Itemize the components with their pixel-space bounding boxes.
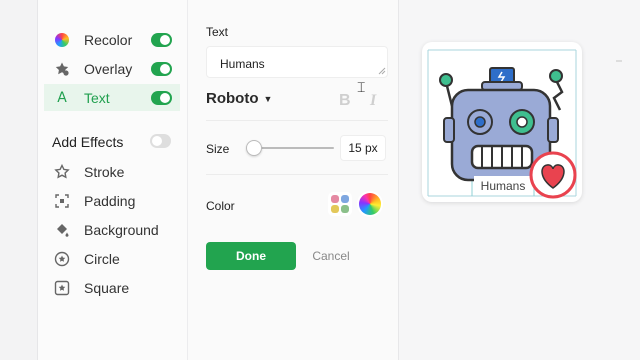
paint-bucket-icon [50, 222, 74, 238]
font-family-dropdown[interactable]: Roboto ▼ [206, 90, 272, 107]
add-effects-title: Add Effects [52, 134, 124, 150]
size-label: Size [206, 142, 230, 156]
resize-grip-icon[interactable] [378, 67, 386, 75]
effect-circle[interactable]: Circle [44, 245, 180, 272]
icon-preview-card[interactable]: Humans [422, 42, 582, 202]
recolor-wheel-icon [50, 32, 74, 48]
robot-icon: Humans [427, 49, 577, 199]
italic-button[interactable]: I [370, 92, 376, 110]
divider [616, 60, 622, 62]
circle-star-icon [50, 251, 74, 267]
text-a-icon: A [57, 89, 67, 106]
sidebar-item-overlay[interactable]: Overlay [44, 55, 180, 82]
effect-label: Circle [84, 250, 120, 267]
padding-expand-icon [50, 193, 74, 209]
preview-caption: Humans [481, 179, 526, 193]
text-field-label: Text [206, 25, 229, 39]
effect-label: Background [84, 221, 159, 238]
chevron-down-icon: ▼ [263, 93, 273, 104]
sidebar-item-text[interactable]: A Text [44, 84, 180, 111]
effect-label: Square [84, 279, 130, 296]
effect-padding[interactable]: Padding [44, 187, 180, 214]
left-edge-strip [0, 0, 38, 360]
effect-stroke[interactable]: Stroke [44, 158, 180, 185]
text-settings-panel: Text Humans Roboto ▼ B I Size 15 px Colo… [188, 0, 398, 360]
size-input[interactable]: 15 px [340, 135, 386, 161]
done-button[interactable]: Done [206, 242, 296, 270]
size-slider-handle[interactable] [246, 140, 263, 156]
add-effects-toggle[interactable] [150, 134, 171, 148]
cancel-button[interactable]: Cancel [300, 242, 362, 270]
star-outline-icon [50, 163, 74, 180]
sidebar-item-label: Text [84, 89, 110, 106]
overlay-toggle[interactable] [151, 61, 172, 76]
text-input[interactable]: Humans [206, 46, 388, 78]
color-label: Color [206, 199, 235, 213]
divider [206, 174, 388, 175]
font-family-value: Roboto [206, 90, 259, 107]
sidebar-item-recolor[interactable]: Recolor [44, 26, 180, 53]
text-cursor-icon: ⌶ [357, 80, 366, 96]
effect-label: Padding [84, 192, 136, 209]
sidebar-item-label: Recolor [84, 31, 133, 48]
effect-background[interactable]: Background [44, 216, 180, 243]
bold-button[interactable]: B [339, 92, 351, 110]
recolor-toggle[interactable] [151, 32, 172, 47]
effect-label: Stroke [84, 163, 125, 180]
square-star-icon [50, 280, 74, 296]
color-presets-button[interactable] [328, 192, 352, 216]
color-wheel-button[interactable] [359, 193, 381, 215]
text-toggle[interactable] [151, 90, 172, 105]
sidebar-item-label: Overlay [84, 60, 133, 77]
divider [206, 120, 388, 121]
effect-square[interactable]: Square [44, 274, 180, 301]
overlay-star-icon [50, 61, 74, 77]
